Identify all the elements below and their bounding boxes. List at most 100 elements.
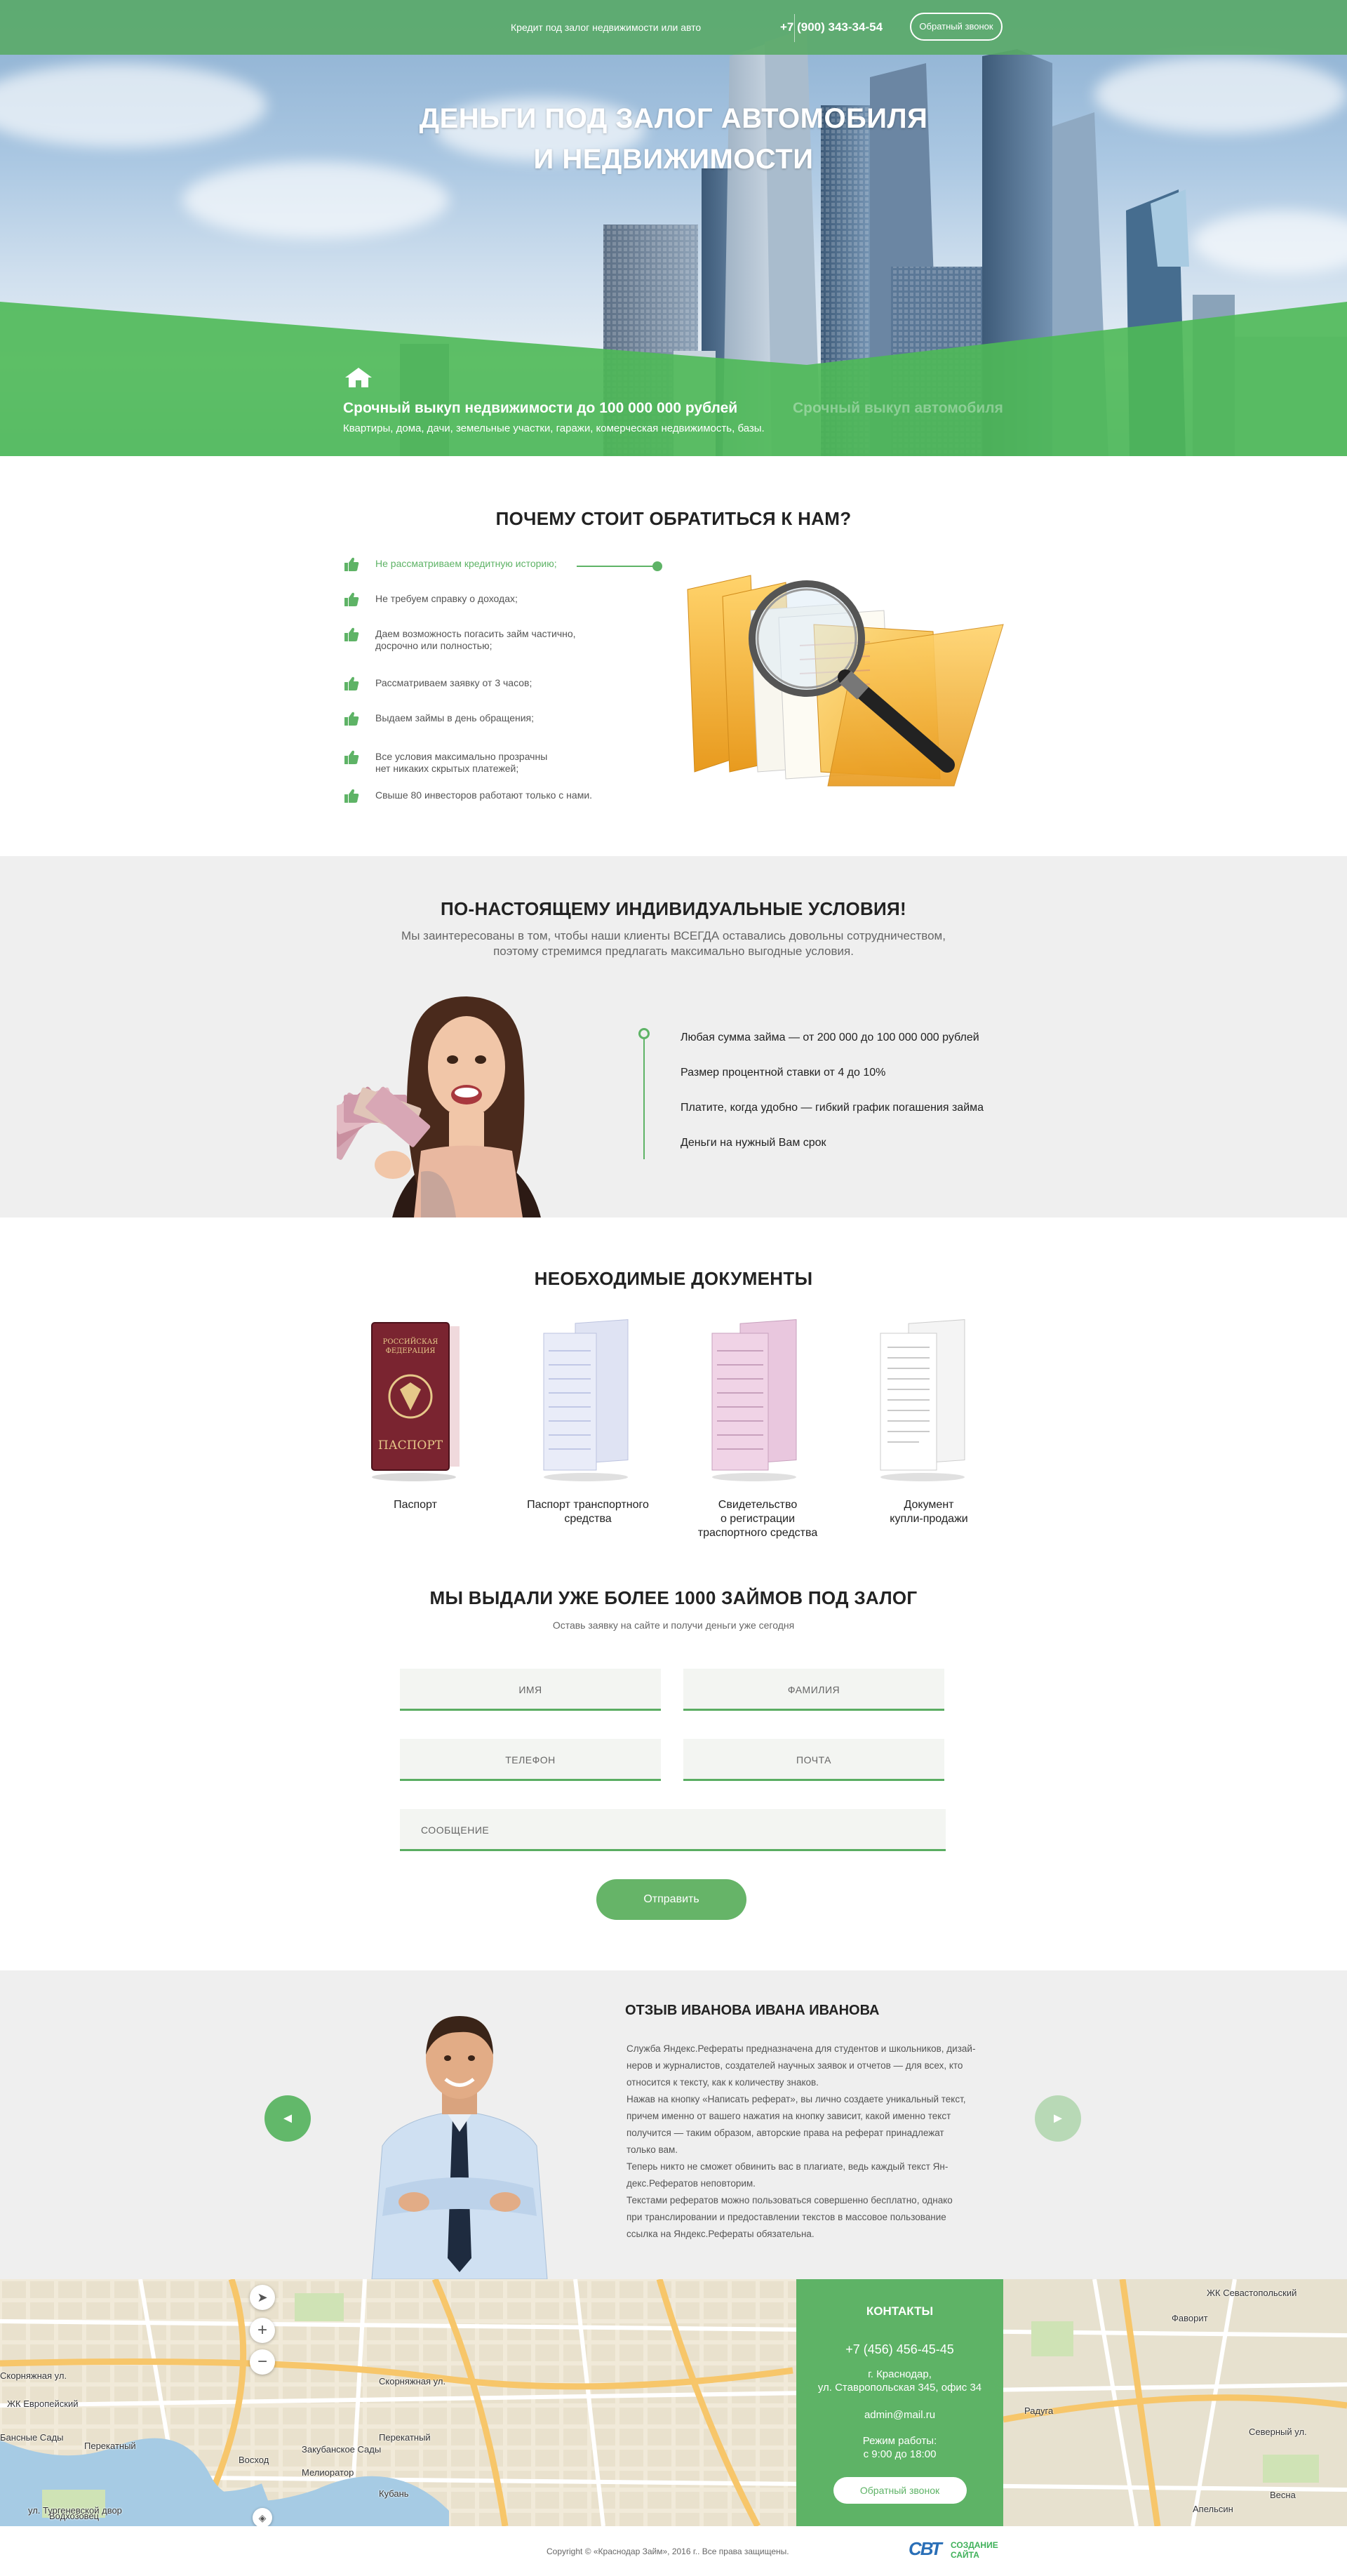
house-icon bbox=[345, 368, 372, 387]
review-text-line: причем именно от вашего нажатия на кнопк… bbox=[626, 2111, 951, 2121]
zoom-in-button[interactable]: + bbox=[250, 2318, 275, 2343]
reviewer-photo bbox=[371, 2016, 548, 2279]
developer-logo-text[interactable]: СОЗДАНИЕ САЙТА bbox=[951, 2540, 998, 2560]
review-text-line: Служба Яндекс.Рефераты предназначена для… bbox=[626, 2043, 976, 2054]
document-caption-line: купли-продажи bbox=[890, 1513, 968, 1525]
map-label: ул. Тургеневской двор bbox=[28, 2505, 122, 2516]
map-label: Закубанское Сады bbox=[302, 2444, 382, 2455]
review-text-line: получится — таким образом, авторские пра… bbox=[626, 2128, 944, 2138]
locate-icon[interactable]: ➤ bbox=[250, 2285, 275, 2310]
hero-tab1-title[interactable]: Срочный выкуп недвижимости до 100 000 00… bbox=[343, 400, 737, 417]
conditions-section: ПО-НАСТОЯЩЕМУ ИНДИВИДУАЛЬНЫЕ УСЛОВИЯ! Мы… bbox=[0, 856, 1347, 1217]
green-slope-overlay bbox=[0, 302, 1347, 456]
why-item-line: досрочно или полностью; bbox=[375, 640, 492, 651]
review-text-line: декс.Рефератов неповторим. bbox=[626, 2178, 756, 2189]
why-item-line: Не рассматриваем кредитную историю; bbox=[375, 558, 557, 569]
contacts-phone[interactable]: +7 (456) 456-45-45 bbox=[796, 2342, 1003, 2357]
header-phone[interactable]: +7 (900) 343-34-54 bbox=[780, 20, 883, 34]
map-label: ЖК Севастопольский bbox=[1207, 2288, 1297, 2298]
callback-button[interactable]: Обратный звонок bbox=[910, 13, 1003, 41]
map-label: Апельсин bbox=[1193, 2504, 1233, 2514]
why-item-line: Не требуем справку о доходах; bbox=[375, 593, 518, 604]
conditions-timeline-dot bbox=[638, 1028, 650, 1039]
passport-image: РОССИЙСКАЯ ФЕДЕРАЦИЯ ПАСПОРТ bbox=[371, 1322, 460, 1481]
review-section: ◄ ► ОТЗЫВ ИВАНОВА ИВАНА ИВАНОВА Служба Я… bbox=[0, 1970, 1347, 2279]
passport-cover-text: РОССИЙСКАЯ bbox=[383, 1337, 438, 1346]
document-caption: Паспорт транспортного средства bbox=[518, 1498, 658, 1526]
contacts-address: ул. Ставропольская 345, офис 34 bbox=[817, 2382, 982, 2394]
review-prev-button[interactable]: ◄ bbox=[264, 2095, 311, 2142]
city-map[interactable] bbox=[0, 2279, 1347, 2526]
review-text-line: Текстами рефератов можно пользоваться со… bbox=[626, 2195, 953, 2205]
map-section[interactable]: Скорняжная ул. ЖК Европейский Бансные Сады… bbox=[0, 2279, 1347, 2526]
map-label: Весна bbox=[1270, 2490, 1296, 2500]
hero-title-line1: ДЕНЬГИ ПОД ЗАЛОГ АВТОМОБИЛЯ bbox=[419, 103, 928, 134]
form-title: МЫ ВЫДАЛИ УЖЕ БОЛЕЕ 1000 ЗАЙМОВ ПОД ЗАЛО… bbox=[429, 1587, 918, 1608]
vehicle-passport-image bbox=[543, 1319, 629, 1481]
thumbs-up-icon bbox=[344, 676, 359, 690]
hero-tab2-title[interactable]: Срочный выкуп автомобиля bbox=[793, 400, 1003, 417]
why-item-line: Даем возможность погасить займ частично, bbox=[375, 628, 576, 639]
map-label: Кубань bbox=[379, 2488, 409, 2499]
contacts-callback-button[interactable]: Обратный звонок bbox=[833, 2477, 967, 2504]
conditions-subtitle-2: поэтому стремимся предлагать максимально… bbox=[493, 945, 854, 958]
why-item[interactable]: Не рассматриваем кредитную историю; bbox=[375, 558, 557, 570]
name-field[interactable]: ИМЯ bbox=[400, 1669, 661, 1711]
contacts-hours: с 9:00 до 18:00 bbox=[863, 2448, 937, 2460]
map-label: Перекатный bbox=[84, 2441, 136, 2451]
why-item[interactable]: Не требуем справку о доходах; bbox=[375, 593, 518, 605]
document-caption: Документ купли-продажи bbox=[859, 1498, 999, 1526]
why-item[interactable]: Свыше 80 инвесторов работают только с на… bbox=[375, 789, 592, 801]
why-item-line: Свыше 80 инвесторов работают только с на… bbox=[375, 789, 593, 801]
document-caption-line: Паспорт bbox=[394, 1499, 437, 1511]
review-next-button[interactable]: ► bbox=[1035, 2095, 1081, 2142]
message-field[interactable]: СООБЩЕНИЕ bbox=[400, 1809, 946, 1851]
map-label: Бансные Сады bbox=[0, 2432, 64, 2443]
condition-item: Платите, когда удобно — гибкий график по… bbox=[681, 1102, 984, 1114]
review-text-line: неров и журналистов, создателей научных … bbox=[626, 2060, 963, 2071]
folders-magnifier-image bbox=[687, 575, 1004, 787]
hero-tab1-subtitle: Квартиры, дома, дачи, земельные участки,… bbox=[343, 422, 765, 434]
why-item-line: Выдаем займы в день обращения; bbox=[375, 712, 535, 723]
document-caption-line: Свидетельство bbox=[718, 1499, 798, 1511]
zoom-out-button[interactable]: − bbox=[250, 2349, 275, 2375]
contacts-email[interactable]: admin@mail.ru bbox=[796, 2409, 1003, 2421]
layers-icon[interactable]: ◈ bbox=[253, 2508, 272, 2526]
thumbs-up-icon bbox=[344, 712, 359, 726]
thumbs-up-icon bbox=[344, 557, 359, 571]
email-field[interactable]: ПОЧТА bbox=[683, 1739, 944, 1781]
why-active-dot bbox=[652, 561, 662, 571]
developer-logo-line: СОЗДАНИЕ bbox=[951, 2540, 998, 2550]
why-item-line: Все условия максимально прозрачны bbox=[375, 751, 548, 762]
footer: Copyright © «Краснодар Займ», 2016 г.. В… bbox=[0, 2526, 1347, 2576]
developer-logo[interactable]: СВТ bbox=[909, 2538, 942, 2560]
why-title: ПОЧЕМУ СТОИТ ОБРАТИТЬСЯ К НАМ? bbox=[495, 508, 852, 529]
document-caption: Свидетельство о регистрации траспортного… bbox=[688, 1498, 828, 1540]
contacts-title: КОНТАКТЫ bbox=[866, 2304, 934, 2318]
review-text-line: при транслировании и предоставлении текс… bbox=[626, 2212, 946, 2222]
passport-cover-text: ФЕДЕРАЦИЯ bbox=[386, 1347, 436, 1355]
contacts-city: г. Краснодар, bbox=[868, 2368, 932, 2380]
phone-field[interactable]: ТЕЛЕФОН bbox=[400, 1739, 661, 1781]
document-caption-line: Документ bbox=[904, 1499, 954, 1511]
surname-field[interactable]: ФАМИЛИЯ bbox=[683, 1669, 944, 1711]
why-item[interactable]: Все условия максимально прозрачны нет ник… bbox=[375, 751, 547, 775]
why-item[interactable]: Рассматриваем заявку от 3 часов; bbox=[375, 677, 532, 689]
review-text-line: ссылка на Яндекс.Рефераты обязательна. bbox=[626, 2229, 815, 2239]
thumbs-up-icon bbox=[344, 750, 359, 764]
submit-button[interactable]: Отправить bbox=[596, 1879, 746, 1920]
conditions-title: ПО-НАСТОЯЩЕМУ ИНДИВИДУАЛЬНЫЕ УСЛОВИЯ! bbox=[441, 898, 906, 919]
thumbs-up-icon bbox=[344, 789, 359, 803]
documents-title: НЕОБХОДИМЫЕ ДОКУМЕНТЫ bbox=[534, 1268, 813, 1289]
why-item[interactable]: Выдаем займы в день обращения; bbox=[375, 712, 534, 724]
map-label: Фаворит bbox=[1172, 2313, 1208, 2323]
review-title: ОТЗЫВ ИВАНОВА ИВАНА ИВАНОВА bbox=[625, 2003, 880, 2018]
condition-item: Любая сумма займа — от 200 000 до 100 00… bbox=[681, 1032, 979, 1043]
hero-section: Кредит под залог недвижимости или авто +… bbox=[0, 0, 1347, 456]
why-item[interactable]: Даем возможность погасить займ частично,… bbox=[375, 628, 576, 652]
map-label: Радуга bbox=[1024, 2405, 1054, 2416]
header-tagline: Кредит под залог недвижимости или авто bbox=[511, 22, 702, 33]
sales-contract-image bbox=[880, 1319, 965, 1481]
map-label: Скорняжная ул. bbox=[0, 2370, 67, 2381]
map-label: Восход bbox=[239, 2455, 269, 2465]
